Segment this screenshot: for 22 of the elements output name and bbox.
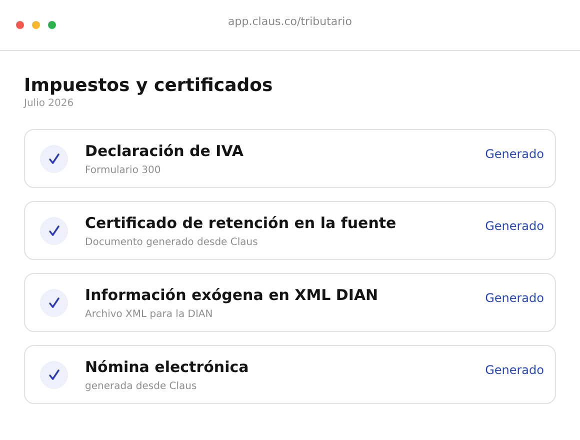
page-subtitle: Julio 2026 [24, 98, 75, 109]
page-title: Impuestos y certificados [24, 75, 274, 96]
status-label: Generado [485, 291, 544, 305]
document-title: Declaración de IVA [85, 142, 244, 160]
document-description: generada desde Claus [85, 380, 198, 392]
check-icon [40, 144, 68, 172]
window-control-dot[interactable] [48, 21, 56, 29]
status-label: Generado [485, 363, 544, 377]
document-description: Archivo XML para la DIAN [85, 308, 214, 320]
document-description: Documento generado desde Claus [85, 236, 259, 248]
document-description: Formulario 300 [85, 164, 162, 176]
check-icon [40, 288, 68, 316]
status-label: Generado [485, 147, 544, 161]
check-icon [40, 360, 68, 388]
document-title: Certificado de retención en la fuente [85, 214, 398, 232]
address-bar-url: app.claus.co/tributario [228, 15, 352, 28]
document-title: Nómina electrónica [85, 358, 250, 376]
window-control-dot[interactable] [16, 21, 24, 29]
check-icon [40, 216, 68, 244]
status-label: Generado [485, 219, 544, 233]
window-control-dot[interactable] [32, 21, 40, 29]
document-title: Información exógena en XML DIAN [85, 286, 380, 304]
